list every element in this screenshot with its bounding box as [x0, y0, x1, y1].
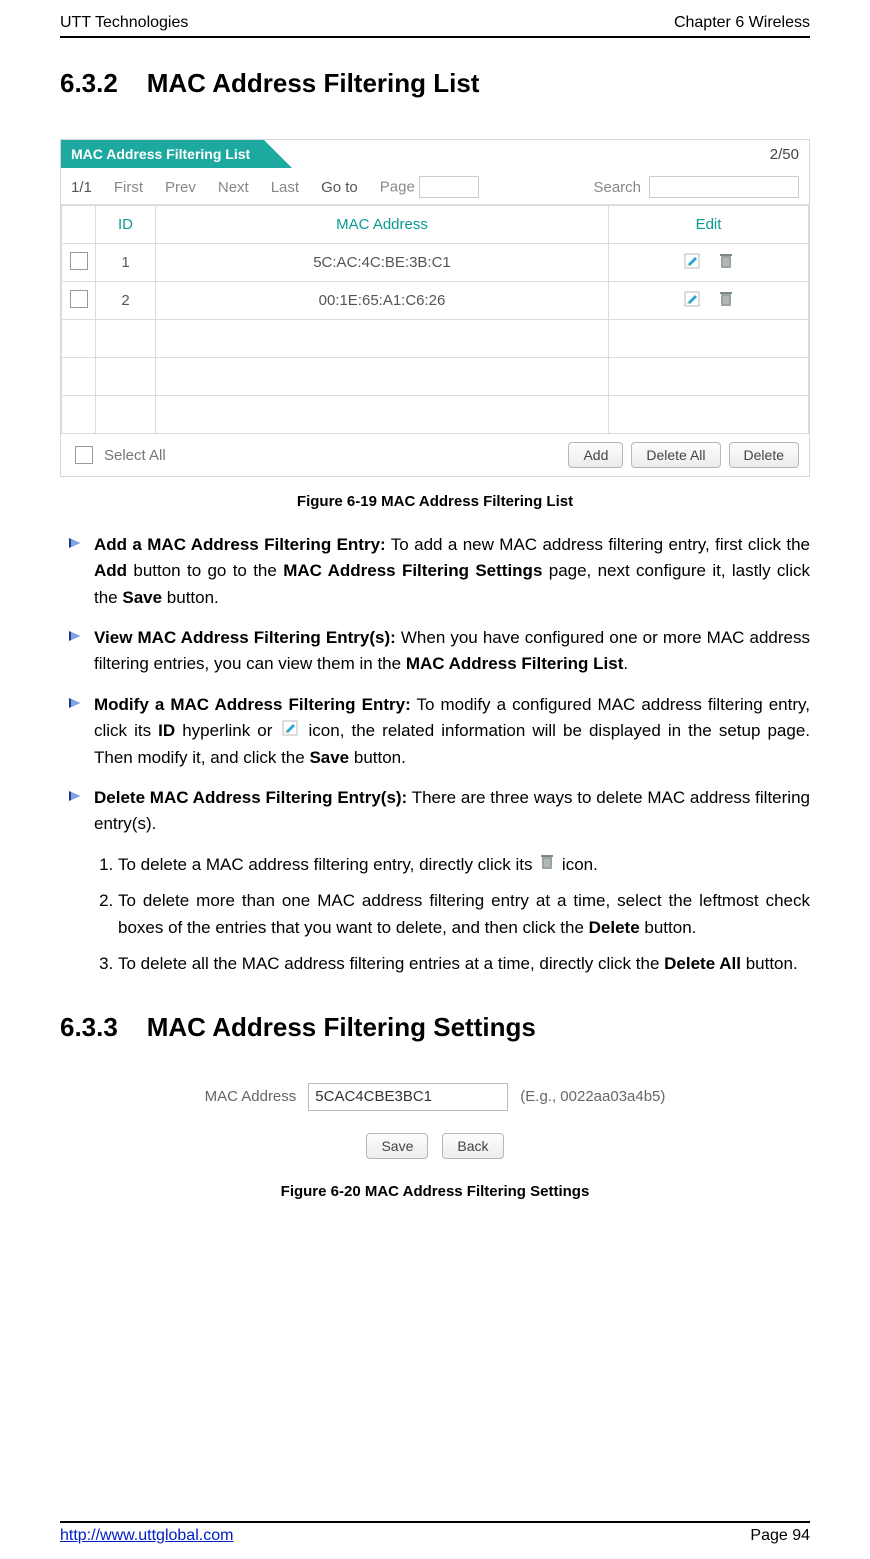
step-1: To delete a MAC address filtering entry,… — [118, 852, 810, 879]
page-input[interactable] — [419, 176, 479, 198]
bullet-view: View MAC Address Filtering Entry(s): Whe… — [68, 625, 810, 678]
col-id: ID — [96, 206, 156, 244]
trash-icon[interactable] — [719, 253, 733, 273]
add-button[interactable]: Add — [568, 442, 623, 468]
row-checkbox[interactable] — [70, 252, 88, 270]
arrow-icon — [68, 625, 84, 678]
edit-icon — [282, 718, 298, 744]
row-id[interactable]: 1 — [96, 244, 156, 282]
bullet-delete: Delete MAC Address Filtering Entry(s): T… — [68, 785, 810, 838]
section-heading-1: 6.3.2 MAC Address Filtering List — [60, 68, 810, 99]
delete-all-button[interactable]: Delete All — [631, 442, 720, 468]
arrow-icon — [68, 692, 84, 771]
row-checkbox[interactable] — [70, 290, 88, 308]
delete-steps: To delete a MAC address filtering entry,… — [96, 852, 810, 978]
header-right: Chapter 6 Wireless — [674, 14, 810, 32]
mac-label: MAC Address — [205, 1088, 297, 1105]
step-3: To delete all the MAC address filtering … — [118, 951, 810, 977]
row-mac: 00:1E:65:A1:C6:26 — [156, 282, 609, 320]
edit-icon[interactable] — [684, 253, 700, 273]
mac-input[interactable] — [308, 1083, 508, 1111]
row-mac: 5C:AC:4C:BE:3B:C1 — [156, 244, 609, 282]
table-row-empty — [62, 358, 809, 396]
footer-link[interactable]: http://www.uttglobal.com — [60, 1527, 233, 1545]
settings-screenshot: MAC Address (E.g., 0022aa03a4b5) Save Ba… — [155, 1083, 715, 1159]
figure-caption-2: Figure 6-20 MAC Address Filtering Settin… — [60, 1183, 810, 1200]
trash-icon — [540, 852, 554, 878]
edit-icon[interactable] — [684, 291, 700, 311]
bullet-add: Add a MAC Address Filtering Entry: To ad… — [68, 532, 810, 611]
table-row: 1 5C:AC:4C:BE:3B:C1 — [62, 244, 809, 282]
step-2: To delete more than one MAC address filt… — [118, 888, 810, 941]
select-all-label: Select All — [104, 447, 166, 464]
col-edit: Edit — [609, 206, 809, 244]
pager-goto-label: Go to — [321, 179, 358, 196]
entry-count: 2/50 — [770, 140, 809, 163]
section-heading-2: 6.3.3 MAC Address Filtering Settings — [60, 1012, 810, 1043]
page-footer: http://www.uttglobal.com Page 94 — [60, 1521, 810, 1545]
select-all-checkbox[interactable] — [75, 446, 93, 464]
table-row-empty — [62, 320, 809, 358]
row-id[interactable]: 2 — [96, 282, 156, 320]
mac-table: ID MAC Address Edit 1 5C:AC:4C:BE:3B:C1 — [61, 205, 809, 434]
pager-next[interactable]: Next — [218, 179, 249, 196]
save-button[interactable]: Save — [366, 1133, 428, 1159]
page-header: UTT Technologies Chapter 6 Wireless — [60, 14, 810, 38]
trash-icon[interactable] — [719, 291, 733, 311]
back-button[interactable]: Back — [442, 1133, 503, 1159]
figure-caption-1: Figure 6-19 MAC Address Filtering List — [60, 493, 810, 510]
page-number: Page 94 — [750, 1527, 810, 1545]
delete-button[interactable]: Delete — [729, 442, 799, 468]
col-mac: MAC Address — [156, 206, 609, 244]
arrow-icon — [68, 785, 84, 838]
table-row-empty — [62, 396, 809, 434]
pager-last[interactable]: Last — [271, 179, 299, 196]
mac-hint: (E.g., 0022aa03a4b5) — [520, 1088, 665, 1105]
page-indicator: 1/1 — [71, 179, 92, 196]
search-input[interactable] — [649, 176, 799, 198]
pager-first[interactable]: First — [114, 179, 143, 196]
pager-bar: 1/1 First Prev Next Last Go to Page Sear… — [61, 172, 809, 205]
pager-prev[interactable]: Prev — [165, 179, 196, 196]
search-label: Search — [593, 179, 641, 196]
arrow-icon — [68, 532, 84, 611]
panel-tab[interactable]: MAC Address Filtering List — [61, 140, 264, 168]
mac-filter-panel: MAC Address Filtering List 2/50 1/1 Firs… — [60, 139, 810, 477]
table-row: 2 00:1E:65:A1:C6:26 — [62, 282, 809, 320]
bullet-modify: Modify a MAC Address Filtering Entry: To… — [68, 692, 810, 771]
pager-page-label: Page — [380, 179, 415, 196]
header-left: UTT Technologies — [60, 14, 188, 32]
